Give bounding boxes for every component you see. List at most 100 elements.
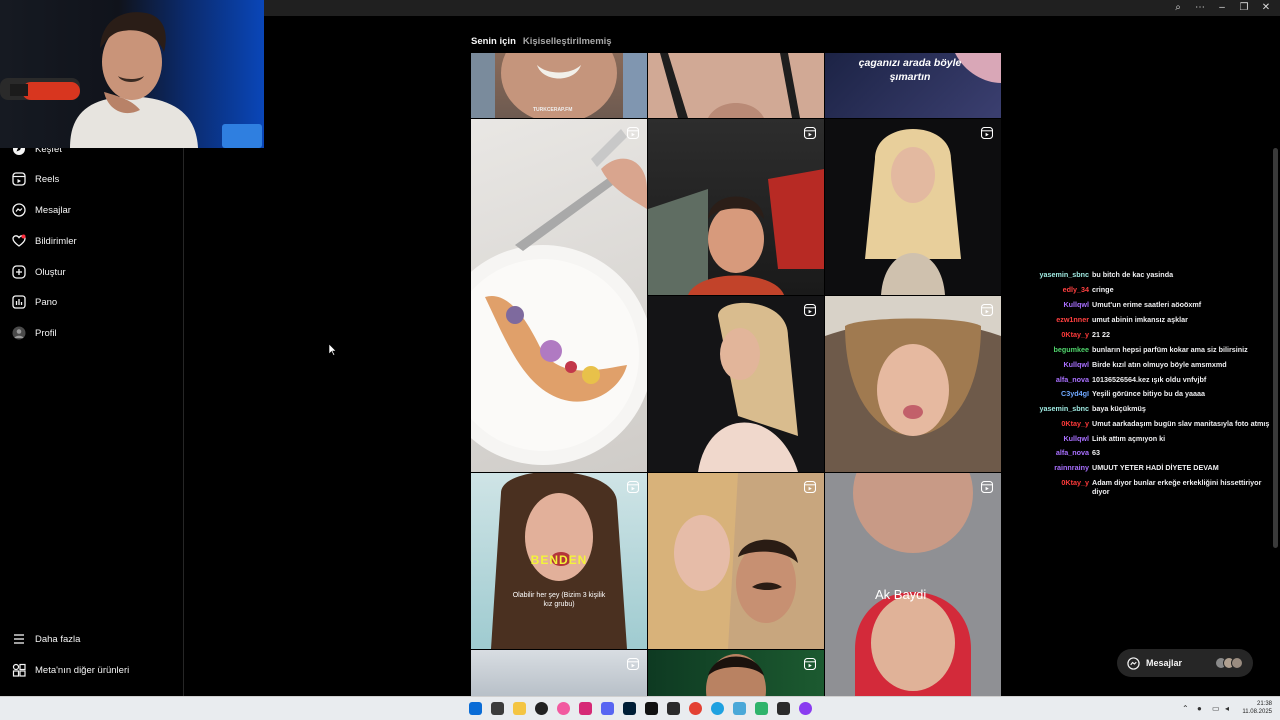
explore-tile[interactable] <box>648 473 824 649</box>
sidebar-item-reels[interactable]: Reels <box>12 170 59 188</box>
sidebar-item-label: Oluştur <box>35 266 66 278</box>
edge-icon[interactable] <box>711 702 724 715</box>
sidebar-item-notifications[interactable]: Bildirimler <box>12 232 77 250</box>
chat-username[interactable]: 0Ktay_y <box>1030 330 1092 339</box>
menu-icon <box>12 632 26 646</box>
chat-message: ezw1nner umut abinin imkansız aşklar <box>1030 315 1280 324</box>
reels-icon <box>804 481 816 493</box>
explore-tile[interactable] <box>648 296 824 472</box>
capcut-icon[interactable] <box>777 702 790 715</box>
windows-start-icon[interactable] <box>469 702 482 715</box>
chat-text: 21 22 <box>1092 330 1110 339</box>
stream-chat-overlay: yasemin_sbnc bu bitch de kac yasinda edly_… <box>1030 270 1280 505</box>
app-icon[interactable] <box>799 702 812 715</box>
explore-tile[interactable]: Ak Baydi <box>825 473 1001 696</box>
tab-for-you[interactable]: Senin için <box>471 36 516 47</box>
messages-popup-button[interactable]: Mesajlar <box>1117 649 1253 677</box>
chat-username[interactable]: C3yd4gI <box>1030 389 1092 398</box>
chrome-icon[interactable] <box>689 702 702 715</box>
chat-message: begumkee bunların hepsi parfüm kokar ama … <box>1030 345 1280 354</box>
explore-tile[interactable] <box>648 650 824 696</box>
chat-username[interactable]: rainnrainy <box>1030 463 1092 472</box>
volume-icon[interactable]: ◂ <box>1225 704 1229 713</box>
chat-username[interactable]: alfa_nova <box>1030 375 1092 384</box>
chat-message: Kullqwl Birde kızıl atın olmuyo böyle ams… <box>1030 360 1280 369</box>
photoshop-icon[interactable] <box>623 702 636 715</box>
chat-username[interactable]: ezw1nner <box>1030 315 1092 324</box>
instagram-icon[interactable] <box>579 702 592 715</box>
tile-subcaption: Olabilir her şey (Bizim 3 kişilik kız gr… <box>512 592 606 608</box>
app-icon[interactable] <box>755 702 768 715</box>
chat-username[interactable]: begumkee <box>1030 345 1092 354</box>
tile-image <box>648 473 798 649</box>
time-text: 21:38 <box>1256 701 1272 707</box>
chat-text: Yeşili görünce bitiyo bu da yaaaa <box>1092 389 1206 398</box>
explore-tile[interactable]: çaganızı arada böyle şımartın <box>825 53 1001 118</box>
chat-username[interactable]: Kullqwl <box>1030 300 1092 309</box>
tile-image <box>853 473 973 696</box>
chat-username[interactable]: edly_34 <box>1030 285 1092 294</box>
explore-tile[interactable] <box>648 53 824 118</box>
chat-message: rainnrainy UMUUT YETER HADİ DİYETE DEVAM <box>1030 463 1280 472</box>
capcut-icon[interactable] <box>667 702 680 715</box>
settings-icon[interactable] <box>733 702 746 715</box>
explore-tile[interactable]: BENDEN Olabilir her şey (Bizim 3 kişilik… <box>471 473 647 649</box>
chat-text: bu bitch de kac yasinda <box>1092 270 1174 279</box>
obs-icon[interactable] <box>535 702 548 715</box>
more-options-icon[interactable]: ⋯ <box>1194 1 1206 15</box>
chat-username[interactable]: 0Ktay_y <box>1030 419 1092 428</box>
sidebar-item-more[interactable]: Daha fazla <box>12 630 80 648</box>
chat-message: alfa_nova 63 <box>1030 448 1280 457</box>
date-text: 11.08.2025 <box>1242 709 1272 715</box>
chat-text: Umut aarkadaşım bugün slav manitasıyla f… <box>1092 419 1270 428</box>
chat-message: yasemin_sbnc baya küçükmüş <box>1030 404 1280 413</box>
sidebar-item-meta-products[interactable]: Meta'nın diğer ürünleri <box>12 661 129 679</box>
explore-tile[interactable] <box>648 119 824 295</box>
chat-username[interactable]: yasemin_sbnc <box>1030 270 1092 279</box>
tab-unpersonalized[interactable]: Kişiselleştirilmemiş <box>523 36 612 47</box>
tile-image <box>471 129 647 465</box>
chat-username[interactable]: alfa_nova <box>1030 448 1092 457</box>
discord-icon[interactable] <box>601 702 614 715</box>
close-button[interactable]: ✕ <box>1260 1 1272 15</box>
explore-tile[interactable] <box>471 119 647 472</box>
avatar-stack <box>1215 657 1243 669</box>
microphone-icon[interactable]: ● <box>1197 704 1202 713</box>
clock[interactable]: 21:38 11.08.2025 <box>1242 700 1272 716</box>
sidebar-item-profile[interactable]: Profil <box>12 324 57 342</box>
sidebar-item-create[interactable]: Oluştur <box>12 263 66 281</box>
chat-text: 63 <box>1092 448 1100 457</box>
reels-icon <box>804 658 816 670</box>
chat-username[interactable]: Kullqwl <box>1030 360 1092 369</box>
messenger-icon <box>1127 656 1140 670</box>
minimize-button[interactable]: – <box>1216 1 1228 15</box>
explore-tile[interactable]: TURKCERAP.FM <box>471 53 647 118</box>
file-explorer-icon[interactable] <box>513 702 526 715</box>
sidebar-item-dashboard[interactable]: Pano <box>12 293 57 311</box>
restore-button[interactable]: ❐ <box>1238 1 1250 15</box>
explore-tile[interactable] <box>825 119 1001 295</box>
reels-icon <box>804 304 816 316</box>
tiktok-icon[interactable] <box>645 702 658 715</box>
chat-text: Birde kızıl atın olmuyo böyle amsmxmd <box>1092 360 1227 369</box>
chevron-up-icon[interactable]: ⌃ <box>1182 704 1189 713</box>
sidebar-item-label: Reels <box>35 173 60 185</box>
chat-username[interactable]: Kullqwl <box>1030 434 1092 443</box>
chat-message: Kullqwl Link attım açmıyon ki <box>1030 434 1280 443</box>
reels-icon <box>981 304 993 316</box>
chat-message: 0Ktay_y Umut aarkadaşım bugün slav manita… <box>1030 419 1280 428</box>
explore-tile[interactable] <box>471 650 647 696</box>
chat-username[interactable]: yasemin_sbnc <box>1030 404 1092 413</box>
reels-icon <box>804 127 816 139</box>
sidebar-item-label: Profil <box>35 327 57 339</box>
heart-icon <box>12 234 26 248</box>
network-icon[interactable]: ▭ <box>1212 704 1220 713</box>
chat-username[interactable]: 0Ktay_y <box>1030 478 1092 496</box>
chat-text: Link attım açmıyon ki <box>1092 434 1166 443</box>
app-icon[interactable] <box>557 702 570 715</box>
sidebar-item-messages[interactable]: Mesajlar <box>12 201 71 219</box>
tile-image <box>698 302 798 472</box>
explore-tile[interactable] <box>825 296 1001 472</box>
task-view-icon[interactable] <box>491 702 504 715</box>
zoom-icon[interactable]: ⌕ <box>1172 1 1184 15</box>
